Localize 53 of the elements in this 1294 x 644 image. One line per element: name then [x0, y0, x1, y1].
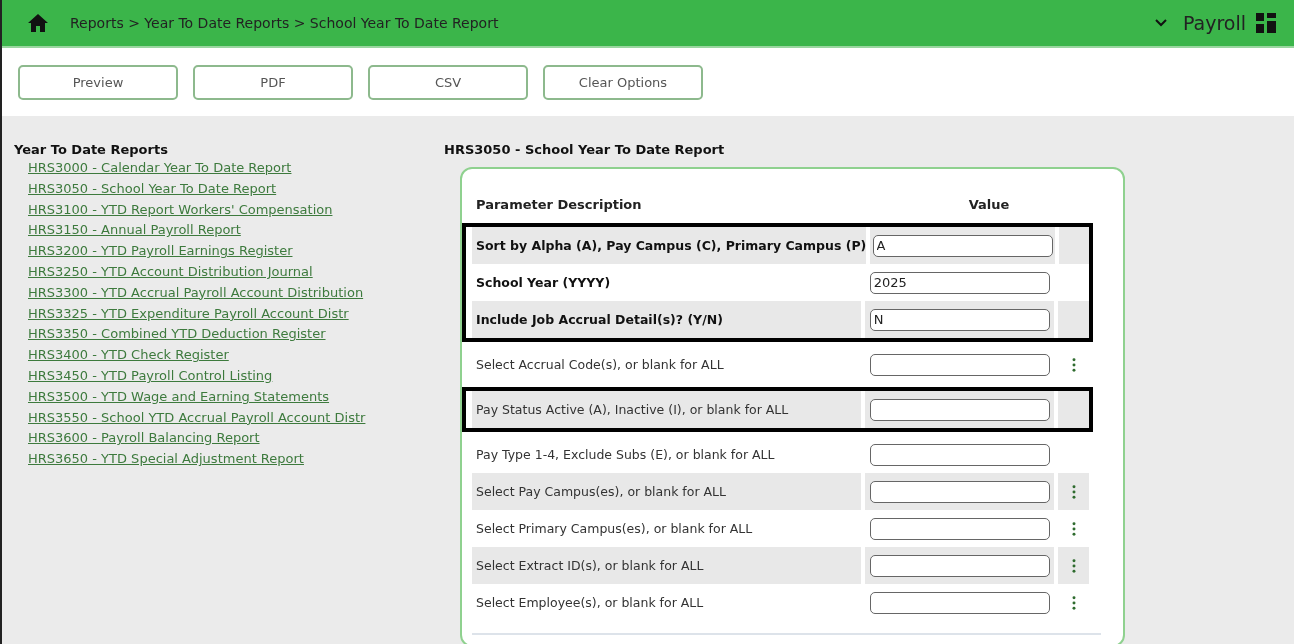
more-options-icon[interactable]: [1071, 558, 1076, 573]
parameter-label: Select Pay Campus(es), or blank for ALL: [472, 473, 862, 510]
report-link[interactable]: HRS3000 - Calendar Year To Date Report: [28, 158, 444, 179]
report-link[interactable]: HRS3350 - Combined YTD Deduction Register: [28, 324, 444, 346]
report-link[interactable]: HRS3050 - School Year To Date Report: [28, 178, 444, 200]
report-link[interactable]: HRS3500 - YTD Wage and Earning Statements: [28, 386, 444, 408]
report-link[interactable]: HRS3300 - YTD Accrual Payroll Account Distribution: [28, 282, 444, 304]
home-icon[interactable]: [28, 14, 48, 32]
report-link[interactable]: HRS3650 - YTD Special Adjustment Report: [28, 449, 444, 470]
value-field[interactable]: [869, 443, 1050, 466]
value-field[interactable]: [869, 517, 1050, 540]
parameter-label: Pay Type 1-4, Exclude Subs (E), or blank for ALL: [475, 446, 776, 464]
report-link[interactable]: HRS3400 - YTD Check Register: [28, 345, 444, 366]
parameter-label: Sort by Alpha (A), Pay Campus (C), Primary Campus (P): [472, 227, 867, 264]
parameter-label: Select Extract ID(s), or blank for ALL: [472, 547, 862, 584]
parameter-label: Pay Status Active (A), Inactive (I), or blank for ALL: [472, 391, 862, 428]
module-name[interactable]: Payroll: [1182, 12, 1246, 34]
value-field[interactable]: A: [872, 234, 1053, 257]
report-link[interactable]: HRS3100 - YTD Report Workers' Compensation: [28, 199, 444, 221]
parameter-label: Select Accrual Code(s), or blank for ALL: [475, 356, 725, 374]
report-link[interactable]: HRS3450 - YTD Payroll Control Listing: [28, 365, 444, 387]
breadcrumb: Reports > Year To Date Reports > School Year To Date Report: [70, 15, 499, 31]
toolbar-button[interactable]: CSV: [368, 64, 528, 100]
more-options-icon[interactable]: [1071, 484, 1076, 499]
report-link[interactable]: HRS3250 - YTD Account Distribution Journal: [28, 262, 444, 283]
more-options-icon[interactable]: [1071, 595, 1076, 610]
report-link[interactable]: HRS3325 - YTD Expenditure Payroll Account Distr: [28, 303, 444, 325]
value-field[interactable]: [869, 398, 1050, 421]
column-header: Parameter Description: [475, 196, 643, 212]
toolbar-button[interactable]: PDF: [193, 64, 353, 100]
value-field[interactable]: 2025: [869, 271, 1050, 294]
value-field[interactable]: N: [869, 308, 1050, 331]
value-field[interactable]: [869, 554, 1050, 577]
report-link[interactable]: HRS3600 - Payroll Balancing Report: [28, 428, 444, 450]
column-header: Value: [967, 196, 1011, 212]
more-options-icon[interactable]: [1071, 521, 1076, 536]
more-options-icon[interactable]: [1071, 357, 1076, 372]
report-link[interactable]: HRS3150 - Annual Payroll Report: [28, 220, 444, 242]
value-field[interactable]: [869, 591, 1050, 614]
report-link[interactable]: HRS3550 - School YTD Accrual Payroll Account Distr: [28, 407, 444, 429]
chevron-down-icon[interactable]: [1154, 19, 1167, 27]
parameter-label: Select Primary Campus(es), or blank for ALL: [475, 520, 754, 538]
value-field[interactable]: [869, 480, 1050, 503]
report-link[interactable]: HRS3200 - YTD Payroll Earnings Register: [28, 241, 444, 262]
grid-icon[interactable]: [1256, 13, 1276, 33]
toolbar-button[interactable]: Preview: [18, 64, 178, 100]
sidebar-title: Year To Date Reports: [14, 142, 169, 157]
parameter-label: Include Job Accrual Detail(s)? (Y/N): [472, 301, 862, 338]
toolbar-button[interactable]: Clear Options: [543, 64, 703, 100]
value-field[interactable]: [869, 353, 1050, 376]
parameter-label: Select Employee(s), or blank for ALL: [475, 594, 705, 612]
report-title: HRS3050 - School Year To Date Report: [444, 142, 726, 157]
parameter-label: School Year (YYYY): [475, 274, 612, 292]
